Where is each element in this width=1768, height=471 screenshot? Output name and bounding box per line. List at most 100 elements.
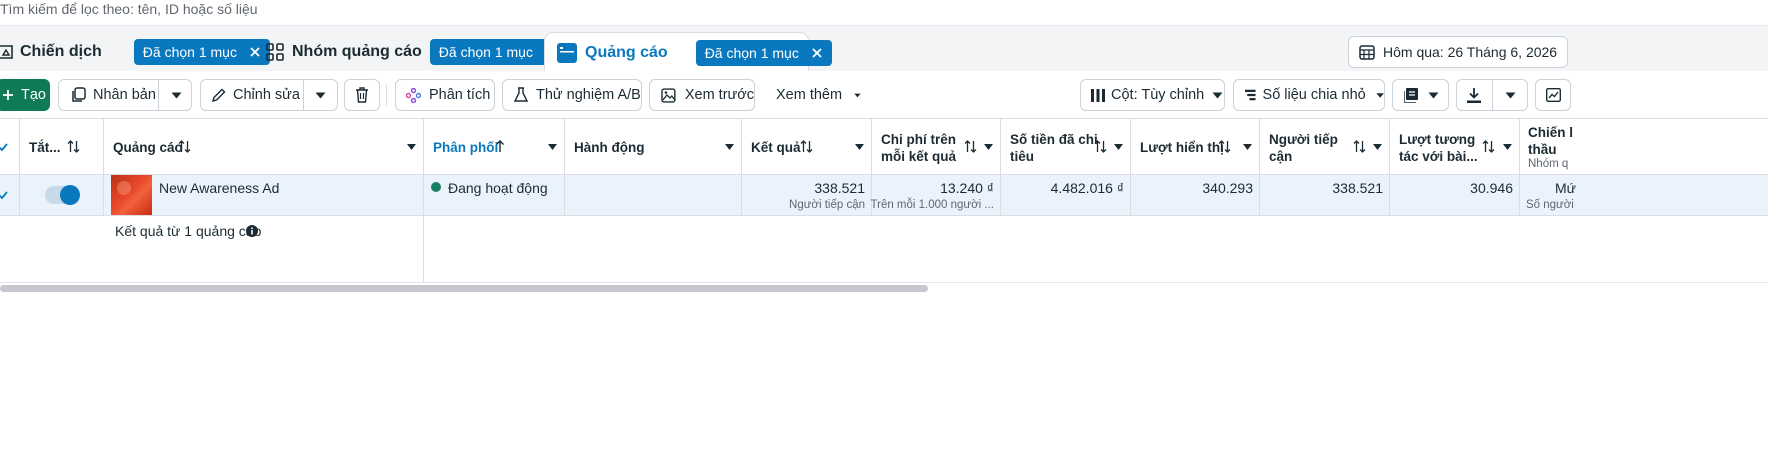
tab-adsets[interactable]: Nhóm quảng cáo Đã chọn 1 mục bbox=[266, 33, 566, 71]
chevron-down-icon[interactable] bbox=[725, 144, 734, 150]
analyze-button[interactable]: Phân tích bbox=[395, 79, 495, 111]
chevron-down-icon[interactable] bbox=[1243, 144, 1252, 150]
col-engagement[interactable]: Lượt tương tác với bài... bbox=[1390, 119, 1520, 175]
close-icon[interactable] bbox=[811, 47, 823, 59]
chevron-down-icon[interactable] bbox=[171, 92, 182, 99]
thumbnail-decoration bbox=[117, 181, 131, 195]
col-amount-spent-label-2: tiêu bbox=[1010, 149, 1035, 164]
button-divider bbox=[1492, 80, 1493, 110]
col-actions[interactable]: Hành động bbox=[565, 119, 742, 175]
sort-icon[interactable] bbox=[178, 140, 191, 153]
col-bid-strategy[interactable]: Chiến l thầu Nhóm q bbox=[1520, 119, 1768, 175]
sort-icon[interactable] bbox=[1353, 140, 1366, 153]
col-ad[interactable]: Quảng cáo bbox=[104, 119, 424, 175]
col-toggle[interactable]: Tắt... bbox=[20, 119, 104, 175]
search-input[interactable]: Tìm kiếm để lọc theo: tên, ID hoặc số li… bbox=[0, 1, 258, 17]
ab-test-button[interactable]: Thử nghiệm A/B bbox=[502, 79, 642, 111]
check-icon bbox=[0, 191, 8, 200]
search-bar[interactable]: Tìm kiếm để lọc theo: tên, ID hoặc số li… bbox=[0, 0, 1768, 26]
info-icon[interactable] bbox=[246, 225, 258, 237]
columns-icon bbox=[1091, 88, 1105, 102]
table-row[interactable]: New Awareness Ad Đang hoạt động 338.521 … bbox=[0, 175, 1768, 216]
ad-name[interactable]: New Awareness Ad bbox=[159, 180, 279, 196]
select-all-checkbox[interactable] bbox=[0, 119, 20, 175]
col-amount-spent[interactable]: Số tiền đã chi tiêu bbox=[1001, 119, 1131, 175]
sparkle-icon bbox=[406, 87, 421, 103]
plus-icon bbox=[3, 90, 13, 100]
col-delivery[interactable]: Phân phối bbox=[424, 119, 565, 175]
more-button[interactable]: Xem thêm bbox=[766, 79, 862, 111]
col-reach-label-2: cận bbox=[1269, 149, 1293, 164]
sort-icon[interactable] bbox=[1482, 140, 1495, 153]
impressions-value: 340.293 bbox=[1202, 180, 1253, 196]
tab-ads[interactable]: Quảng cáo Đã chọn 1 mục bbox=[545, 33, 832, 72]
col-cost-per-result-label-1: Chi phí trên bbox=[881, 132, 956, 147]
ab-test-button-label: Thử nghiệm A/B bbox=[536, 87, 641, 103]
sort-icon[interactable] bbox=[1218, 140, 1231, 153]
close-icon[interactable] bbox=[249, 46, 261, 58]
col-cost-per-result-label-2: mỗi kết quả bbox=[881, 149, 957, 164]
breakdown-button[interactable]: Số liệu chia nhỏ bbox=[1233, 79, 1385, 111]
date-range-picker[interactable]: Hôm qua: 26 Tháng 6, 2026 bbox=[1348, 36, 1568, 68]
chevron-down-icon[interactable] bbox=[1114, 144, 1123, 150]
toolbar-divider bbox=[386, 84, 387, 106]
col-bid-label-2: thầu bbox=[1528, 142, 1557, 157]
row-checkbox[interactable] bbox=[0, 175, 20, 215]
horizontal-scrollbar[interactable] bbox=[0, 285, 928, 292]
reports-button[interactable] bbox=[1392, 79, 1449, 111]
engagement-value: 30.946 bbox=[1470, 180, 1513, 196]
preview-button-label: Xem trước bbox=[684, 87, 754, 103]
col-impressions[interactable]: Lượt hiển thị bbox=[1131, 119, 1260, 175]
sort-icon[interactable] bbox=[1094, 140, 1107, 153]
adsets-chip-label: Đã chọn 1 mục bbox=[438, 44, 533, 60]
analyze-button-label: Phân tích bbox=[429, 87, 491, 103]
create-button[interactable]: Tạo bbox=[0, 79, 50, 111]
delete-button[interactable] bbox=[344, 79, 380, 111]
ads-selection-chip[interactable]: Đã chọn 1 mục bbox=[695, 39, 832, 66]
chevron-down-icon bbox=[1376, 92, 1384, 98]
tab-campaigns[interactable]: Chiến dịch Đã chọn 1 mục bbox=[0, 33, 270, 71]
delivery-status: Đang hoạt động bbox=[448, 180, 548, 196]
columns-button-label: Cột: Tùy chỉnh bbox=[1111, 87, 1205, 103]
sort-ascending-icon[interactable] bbox=[495, 140, 505, 153]
chevron-down-icon bbox=[854, 93, 861, 97]
chevron-down-icon[interactable] bbox=[548, 144, 557, 150]
sort-icon[interactable] bbox=[964, 140, 977, 153]
edit-button[interactable]: Chỉnh sửa bbox=[200, 79, 338, 111]
pencil-icon bbox=[211, 88, 226, 102]
grid-icon bbox=[266, 43, 284, 61]
flask-icon bbox=[514, 87, 528, 102]
breakdown-button-label: Số liệu chia nhỏ bbox=[1262, 87, 1366, 103]
campaigns-selection-chip[interactable]: Đã chọn 1 mục bbox=[133, 39, 270, 65]
col-toggle-label: Tắt... bbox=[29, 140, 61, 155]
sort-icon[interactable] bbox=[67, 140, 80, 153]
chevron-down-icon[interactable] bbox=[984, 144, 993, 150]
chevron-down-icon[interactable] bbox=[1503, 144, 1512, 150]
chevron-down-icon[interactable] bbox=[855, 144, 864, 150]
duplicate-button[interactable]: Nhân bản bbox=[58, 79, 192, 111]
campaign-icon bbox=[0, 44, 14, 60]
sort-icon[interactable] bbox=[800, 140, 813, 153]
export-button[interactable] bbox=[1456, 79, 1528, 111]
col-engagement-label-1: Lượt tương bbox=[1399, 132, 1476, 147]
chevron-down-icon[interactable] bbox=[1505, 92, 1516, 99]
chevron-down-icon[interactable] bbox=[315, 92, 326, 99]
ads-chip-label: Đã chọn 1 mục bbox=[704, 44, 799, 61]
chevron-down-icon[interactable] bbox=[407, 144, 416, 150]
col-results[interactable]: Kết quả bbox=[742, 119, 872, 175]
button-divider bbox=[303, 80, 304, 110]
chart-button[interactable] bbox=[1535, 79, 1571, 111]
more-button-label: Xem thêm bbox=[776, 87, 843, 103]
image-icon bbox=[661, 87, 676, 103]
chevron-down-icon[interactable] bbox=[1373, 144, 1382, 150]
columns-button[interactable]: Cột: Tùy chỉnh bbox=[1080, 79, 1225, 111]
col-cost-per-result[interactable]: Chi phí trên mỗi kết quả bbox=[872, 119, 1001, 175]
breakdown-icon bbox=[1245, 89, 1256, 101]
toggle-knob bbox=[60, 185, 80, 205]
preview-button[interactable]: Xem trước bbox=[649, 79, 755, 111]
col-reach[interactable]: Người tiếp cận bbox=[1260, 119, 1390, 175]
ad-toggle[interactable] bbox=[45, 185, 80, 205]
col-delivery-label: Phân phối bbox=[433, 140, 499, 155]
trash-icon bbox=[356, 87, 368, 103]
duplicate-button-label: Nhân bản bbox=[93, 87, 156, 103]
